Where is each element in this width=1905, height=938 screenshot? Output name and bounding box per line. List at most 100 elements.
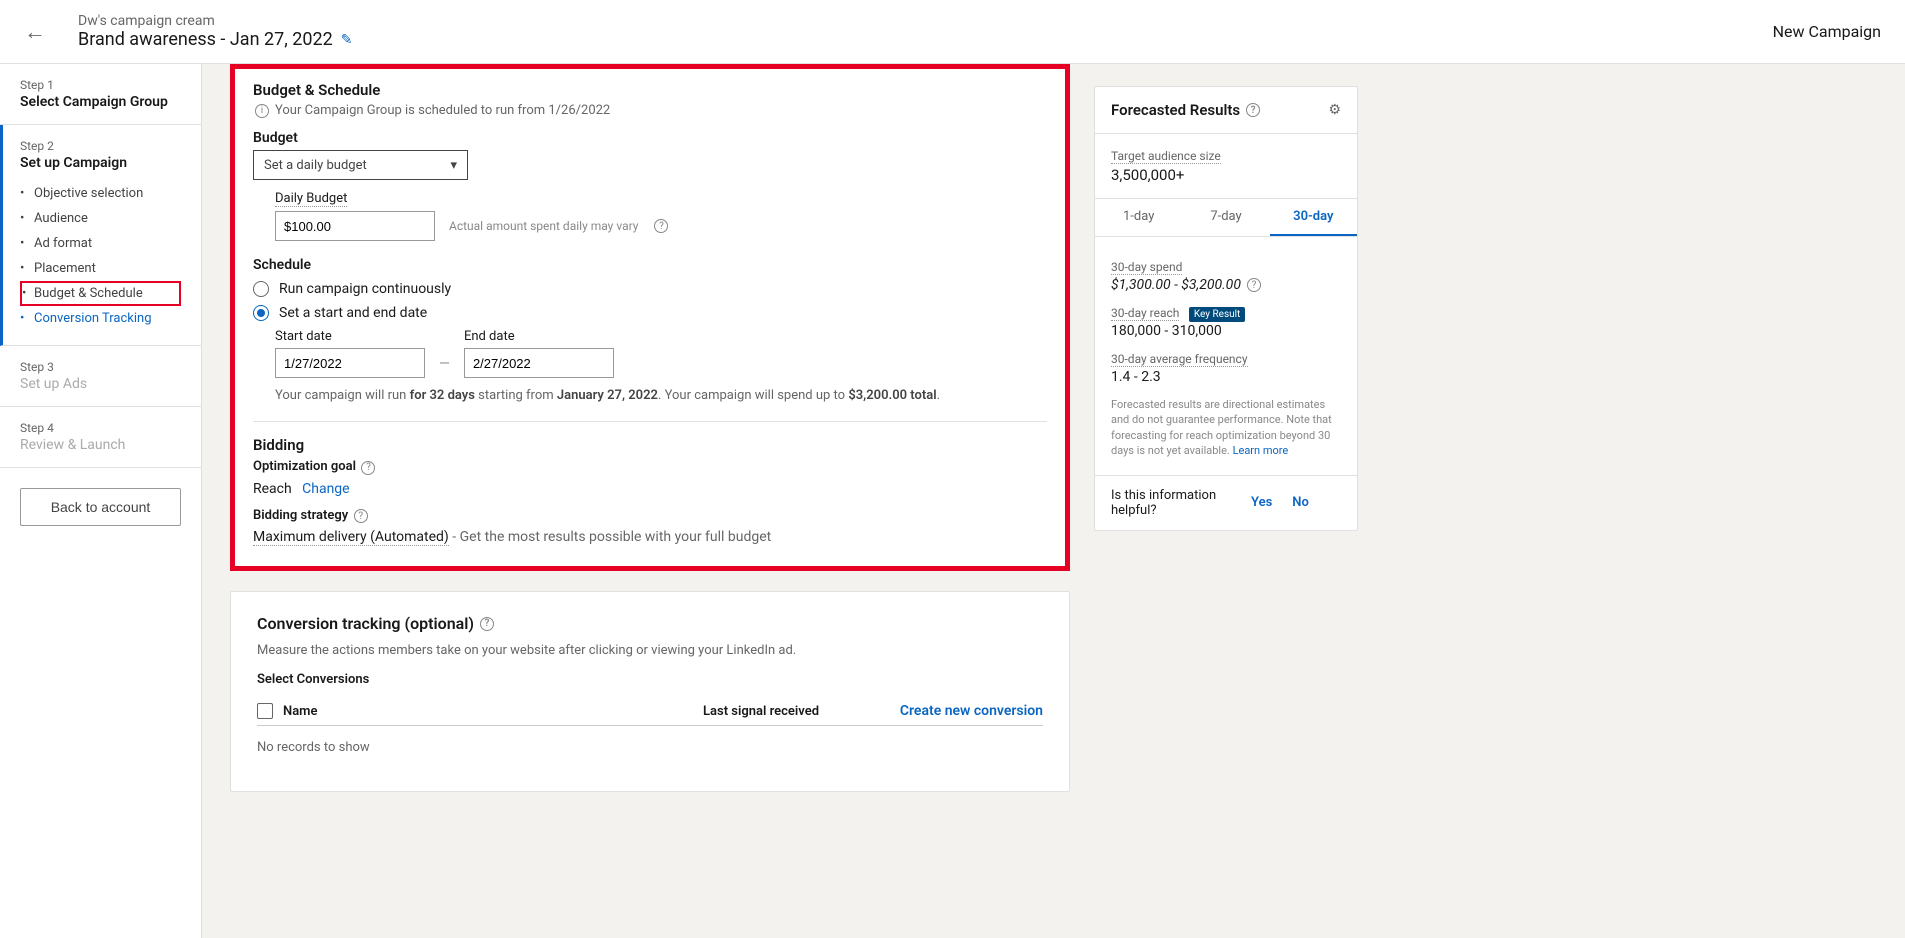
forecast-disclaimer: Forecasted results are directional estim… bbox=[1111, 397, 1341, 459]
budget-schedule-section: Budget & Schedule i Your Campaign Group … bbox=[230, 64, 1070, 571]
help-icon[interactable]: ? bbox=[654, 219, 668, 233]
help-icon[interactable]: ? bbox=[1246, 103, 1260, 117]
learn-more-link[interactable]: Learn more bbox=[1233, 444, 1289, 457]
bidding-heading: Bidding bbox=[253, 436, 1047, 454]
caret-down-icon: ▾ bbox=[450, 158, 457, 173]
daily-budget-label: Daily Budget bbox=[275, 191, 347, 207]
radio-label: Set a start and end date bbox=[279, 305, 427, 321]
substep-placement[interactable]: Placement bbox=[20, 256, 181, 281]
run-summary: Your campaign will run for 32 days start… bbox=[275, 388, 1047, 403]
step-title: Review & Launch bbox=[20, 437, 181, 453]
substep-audience[interactable]: Audience bbox=[20, 206, 181, 231]
step-title: Set up Ads bbox=[20, 376, 181, 392]
substep-budget-schedule[interactable]: Budget & Schedule bbox=[20, 281, 181, 306]
help-icon[interactable]: ? bbox=[361, 461, 375, 475]
substep-conversion-tracking[interactable]: Conversion Tracking bbox=[20, 306, 181, 331]
empty-row: No records to show bbox=[257, 726, 1043, 769]
helpful-yes[interactable]: Yes bbox=[1251, 495, 1272, 510]
conversion-title: Conversion tracking (optional) ? bbox=[257, 614, 1043, 633]
title-text: Brand awareness - Jan 27, 2022 bbox=[78, 29, 333, 50]
reach-value: 180,000 - 310,000 bbox=[1111, 323, 1341, 339]
conversion-desc: Measure the actions members take on your… bbox=[257, 643, 1043, 658]
forecast-card: Forecasted Results ? ⚙ Target audience s… bbox=[1094, 86, 1358, 531]
daily-budget-input[interactable] bbox=[275, 211, 435, 241]
strategy-label: Bidding strategy bbox=[253, 508, 348, 523]
select-value: Set a daily budget bbox=[264, 158, 367, 173]
divider bbox=[253, 421, 1047, 422]
freq-value: 1.4 - 2.3 bbox=[1111, 369, 1341, 385]
tab-7day[interactable]: 7-day bbox=[1182, 199, 1269, 236]
info-line: i Your Campaign Group is scheduled to ru… bbox=[253, 103, 1047, 118]
help-icon[interactable]: ? bbox=[354, 509, 368, 523]
end-date-label: End date bbox=[464, 329, 614, 344]
step-1[interactable]: Step 1 Select Campaign Group bbox=[0, 64, 201, 125]
substep-list: Objective selection Audience Ad format P… bbox=[20, 181, 181, 331]
col-signal: Last signal received bbox=[703, 704, 900, 719]
help-icon[interactable]: ? bbox=[1247, 278, 1261, 292]
optgoal-label: Optimization goal bbox=[253, 459, 356, 474]
spend-label: 30-day spend bbox=[1111, 260, 1182, 275]
forecast-tabs: 1-day 7-day 30-day bbox=[1095, 199, 1357, 237]
tab-30day[interactable]: 30-day bbox=[1270, 199, 1357, 236]
date-inputs: Start date — End date bbox=[275, 329, 1047, 378]
top-bar: ← Dw's campaign cream Brand awareness - … bbox=[0, 0, 1905, 64]
info-icon: i bbox=[255, 104, 269, 118]
radio-icon bbox=[253, 305, 269, 321]
conversion-tracking-card: Conversion tracking (optional) ? Measure… bbox=[230, 591, 1070, 792]
step-title: Set up Campaign bbox=[20, 155, 181, 171]
breadcrumb: Dw's campaign cream bbox=[78, 13, 352, 29]
budget-type-select[interactable]: Set a daily budget ▾ bbox=[253, 150, 468, 180]
step-label: Step 4 bbox=[20, 421, 181, 435]
helpful-row: Is this information helpful? Yes No bbox=[1095, 475, 1357, 530]
sidebar: Step 1 Select Campaign Group Step 2 Set … bbox=[0, 64, 202, 938]
pencil-icon[interactable]: ✎ bbox=[341, 32, 353, 48]
key-result-badge: Key Result bbox=[1189, 307, 1245, 322]
back-arrow-icon[interactable]: ← bbox=[24, 19, 46, 45]
gear-icon[interactable]: ⚙ bbox=[1328, 102, 1341, 118]
strategy-desc: - Get the most results possible with you… bbox=[452, 529, 771, 545]
help-icon[interactable]: ? bbox=[480, 617, 494, 631]
schedule-label: Schedule bbox=[253, 257, 1047, 273]
daily-budget-help: Actual amount spent daily may vary bbox=[449, 219, 638, 233]
audience-label: Target audience size bbox=[1111, 149, 1221, 164]
radio-label: Run campaign continuously bbox=[279, 281, 451, 297]
substep-objective[interactable]: Objective selection bbox=[20, 181, 181, 206]
substep-adformat[interactable]: Ad format bbox=[20, 231, 181, 256]
step-label: Step 3 bbox=[20, 360, 181, 374]
spend-value: $1,300.00 - $3,200.00 bbox=[1111, 277, 1241, 293]
back-to-account-button[interactable]: Back to account bbox=[20, 488, 181, 526]
audience-value: 3,500,000+ bbox=[1111, 166, 1341, 184]
freq-label: 30-day average frequency bbox=[1111, 352, 1248, 367]
forecast-title: Forecasted Results ? bbox=[1111, 101, 1260, 119]
optgoal-value: Reach bbox=[253, 481, 292, 497]
radio-set-dates[interactable]: Set a start and end date bbox=[253, 305, 1047, 321]
step-label: Step 1 bbox=[20, 78, 181, 92]
section-heading: Budget & Schedule bbox=[253, 81, 1047, 99]
budget-label: Budget bbox=[253, 130, 1047, 146]
select-conversions-label: Select Conversions bbox=[257, 672, 1043, 687]
start-date-input[interactable] bbox=[275, 348, 425, 378]
page-title: Brand awareness - Jan 27, 2022 ✎ bbox=[78, 29, 352, 50]
dash-separator: — bbox=[439, 356, 450, 378]
end-date-input[interactable] bbox=[464, 348, 614, 378]
select-all-checkbox[interactable] bbox=[257, 703, 273, 719]
strategy-value: Maximum delivery (Automated) bbox=[253, 529, 449, 546]
step-label: Step 2 bbox=[20, 139, 181, 153]
new-campaign-label: New Campaign bbox=[1773, 22, 1881, 41]
reach-label: 30-day reach bbox=[1111, 306, 1179, 321]
info-text: Your Campaign Group is scheduled to run … bbox=[275, 103, 610, 118]
create-conversion-link[interactable]: Create new conversion bbox=[900, 703, 1043, 719]
step-3[interactable]: Step 3 Set up Ads bbox=[0, 346, 201, 407]
step-2: Step 2 Set up Campaign Objective selecti… bbox=[0, 125, 201, 346]
conversion-table-header: Name Last signal received Create new con… bbox=[257, 697, 1043, 726]
change-optgoal-link[interactable]: Change bbox=[302, 481, 349, 497]
start-date-label: Start date bbox=[275, 329, 425, 344]
helpful-no[interactable]: No bbox=[1292, 495, 1309, 510]
radio-icon bbox=[253, 281, 269, 297]
radio-continuous[interactable]: Run campaign continuously bbox=[253, 281, 1047, 297]
helpful-question: Is this information helpful? bbox=[1111, 488, 1231, 518]
step-4[interactable]: Step 4 Review & Launch bbox=[0, 407, 201, 468]
title-block: Dw's campaign cream Brand awareness - Ja… bbox=[78, 13, 352, 50]
tab-1day[interactable]: 1-day bbox=[1095, 199, 1182, 236]
step-title: Select Campaign Group bbox=[20, 94, 181, 110]
